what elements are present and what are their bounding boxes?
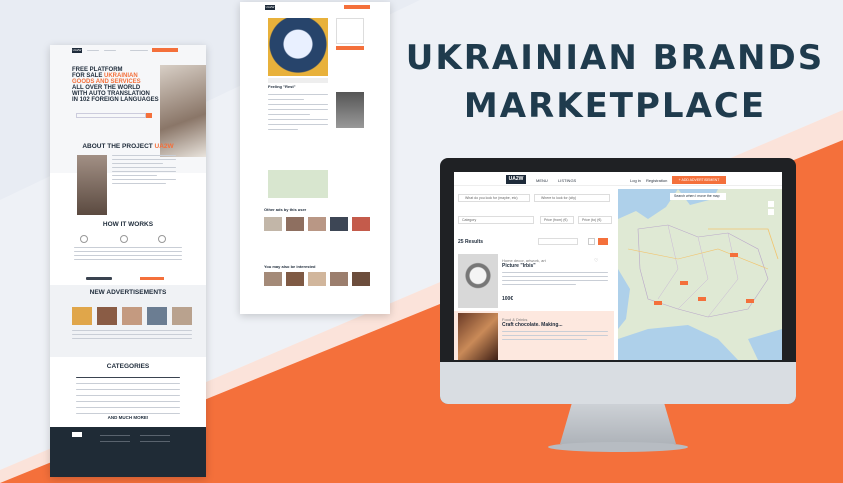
- map-marker[interactable]: [746, 299, 754, 303]
- monitor-chin: [440, 362, 796, 404]
- location-input[interactable]: Where to look for (city): [534, 194, 610, 202]
- detail-add-button[interactable]: [344, 5, 370, 9]
- landing-logo[interactable]: UA2W: [72, 48, 82, 53]
- hero-search-input[interactable]: [76, 113, 146, 118]
- new-ads-title: NEW ADVERTISEMENTS: [89, 289, 167, 296]
- landing-page-mockup: UA2W FREE PLATFORM FOR SALE UKRAINIAN GO…: [50, 45, 206, 477]
- step-icon: [80, 235, 88, 243]
- ad-thumb[interactable]: [122, 307, 142, 325]
- price-to-input[interactable]: Price (to) (€): [578, 216, 612, 224]
- detail-map[interactable]: [268, 170, 328, 198]
- zoom-out-button[interactable]: [768, 209, 774, 215]
- headline-line-2: MARKETPLACE: [463, 86, 767, 126]
- headline-line-1: UKRAINIAN BRANDS: [405, 38, 825, 78]
- search-input[interactable]: What do you look for (maybe, etc): [458, 194, 530, 202]
- hero-search-button[interactable]: [146, 113, 152, 118]
- price-from-input[interactable]: Price (from) (€): [540, 216, 574, 224]
- how-it-works-title: HOW IT WORKS: [102, 221, 154, 228]
- item-title: Feeling "Rest": [268, 84, 296, 89]
- ad-thumb[interactable]: [97, 307, 117, 325]
- step-icon: [158, 235, 166, 243]
- screen-logo[interactable]: UA2W: [506, 175, 526, 184]
- map-marker[interactable]: [730, 253, 738, 257]
- step-icon: [120, 235, 128, 243]
- seller-photo: [336, 92, 364, 128]
- item-photo: [268, 18, 328, 76]
- ad-thumb[interactable]: [147, 307, 167, 325]
- listing-photo-irbis[interactable]: [458, 254, 498, 308]
- map-search-toggle[interactable]: Search when I move the map: [670, 193, 726, 200]
- ad-thumb[interactable]: [72, 307, 92, 325]
- map-marker[interactable]: [680, 281, 688, 285]
- related-title: You may also be interested: [264, 264, 316, 269]
- listing-price: 100€: [502, 296, 514, 302]
- more-label: AND MUCH MORE!: [107, 415, 149, 420]
- map-marker[interactable]: [654, 301, 662, 305]
- landing-add-button[interactable]: [152, 48, 178, 52]
- zoom-in-button[interactable]: [768, 201, 774, 207]
- contact-button[interactable]: [336, 46, 364, 50]
- ad-thumb[interactable]: [172, 307, 192, 325]
- list-view-icon[interactable]: [598, 238, 608, 245]
- results-count: 25 Results: [458, 239, 484, 245]
- monitor-base: [548, 442, 688, 452]
- add-ad-button[interactable]: + ADD ADVERTISEMENT: [672, 176, 726, 184]
- map-view[interactable]: Search when I move the map: [618, 189, 782, 360]
- nav-listings[interactable]: LISTINGS: [558, 178, 576, 183]
- hero-line: IN 102 FOREIGN LANGUAGES: [72, 97, 159, 103]
- other-ads-title: Other ads by this user: [264, 207, 307, 212]
- categories-title: CATEGORIES: [106, 363, 150, 370]
- about-photo: [77, 155, 107, 215]
- register-link[interactable]: Registration: [646, 178, 667, 183]
- map-layer: [618, 189, 782, 360]
- marketplace-screen: UA2W MENU LISTINGS Log in Registration +…: [454, 172, 782, 360]
- detail-logo[interactable]: UA2W: [265, 5, 275, 10]
- top-nav: [454, 172, 782, 186]
- listing-title[interactable]: Picture "Irbis": [502, 263, 536, 269]
- nav-menu[interactable]: MENU: [536, 178, 548, 183]
- listing-detail-mockup: UA2W Feeling "Rest" Other ads by this us…: [240, 2, 390, 314]
- category-select[interactable]: Category: [458, 216, 534, 224]
- map-marker[interactable]: [698, 297, 706, 301]
- sort-select[interactable]: [538, 238, 578, 245]
- login-link[interactable]: Log in: [630, 178, 641, 183]
- hero-text: FREE PLATFORM FOR SALE UKRAINIAN GOODS A…: [72, 67, 162, 103]
- heart-icon[interactable]: ♡: [594, 258, 598, 264]
- listing-title[interactable]: Craft chocolate. Making...: [502, 322, 563, 328]
- grid-view-icon[interactable]: [588, 238, 595, 245]
- listing-photo-chocolate[interactable]: [458, 313, 498, 360]
- seller-card: [336, 18, 364, 44]
- about-title: ABOUT THE PROJECT UA2W: [82, 143, 174, 150]
- monitor-stand: [560, 404, 676, 444]
